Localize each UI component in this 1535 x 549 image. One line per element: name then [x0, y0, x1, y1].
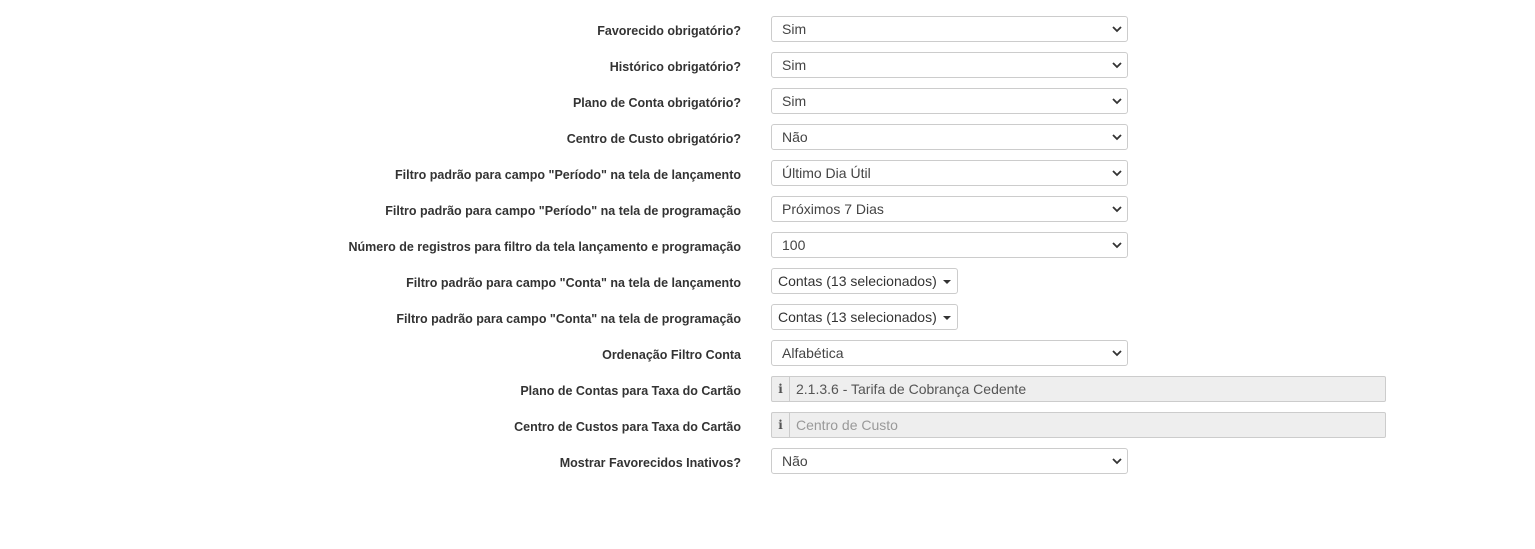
form-row-mostrar-favorecidos-inativos: Mostrar Favorecidos Inativos? Não — [0, 448, 1535, 474]
multiselect-value: Contas (13 selecionados) — [778, 273, 937, 289]
form-row-centro-custo-obrigatorio: Centro de Custo obrigatório? Não — [0, 124, 1535, 150]
plano-contas-taxa-cartao-field[interactable]: i 2.1.3.6 - Tarifa de Cobrança Cedente — [771, 376, 1386, 402]
select-value: Sim — [782, 57, 807, 73]
field-label: Centro de Custo obrigatório? — [566, 132, 741, 146]
field-label: Filtro padrão para campo "Período" na te… — [385, 204, 741, 218]
form-row-historico-obrigatorio: Histórico obrigatório? Sim — [0, 52, 1535, 78]
historico-obrigatorio-select[interactable]: Sim — [771, 52, 1128, 78]
centro-custo-obrigatorio-select[interactable]: Não — [771, 124, 1128, 150]
select-value: Último Dia Útil — [782, 165, 871, 181]
chevron-down-icon — [1112, 458, 1122, 465]
form-row-conta-programacao: Filtro padrão para campo "Conta" na tela… — [0, 304, 1535, 330]
chevron-down-icon — [1112, 134, 1122, 141]
form-row-periodo-lancamento: Filtro padrão para campo "Período" na te… — [0, 160, 1535, 186]
field-label: Número de registros para filtro da tela … — [348, 240, 741, 254]
field-label: Centro de Custos para Taxa do Cartão — [514, 420, 741, 434]
form-row-ordenacao-filtro-conta: Ordenação Filtro Conta Alfabética — [0, 340, 1535, 366]
periodo-lancamento-select[interactable]: Último Dia Útil — [771, 160, 1128, 186]
select-value: Sim — [782, 21, 807, 37]
numero-registros-select[interactable]: 100 — [771, 232, 1128, 258]
field-placeholder: Centro de Custo — [796, 417, 898, 433]
select-value: Próximos 7 Dias — [782, 201, 884, 217]
form-row-plano-conta-obrigatorio: Plano de Conta obrigatório? Sim — [0, 88, 1535, 114]
form-row-conta-lancamento: Filtro padrão para campo "Conta" na tela… — [0, 268, 1535, 294]
chevron-down-icon — [1112, 98, 1122, 105]
conta-lancamento-multiselect[interactable]: Contas (13 selecionados) — [771, 268, 958, 294]
select-value: Alfabética — [782, 345, 844, 361]
info-icon[interactable]: i — [772, 377, 790, 401]
field-label: Filtro padrão para campo "Conta" na tela… — [396, 312, 741, 326]
select-value: Não — [782, 129, 808, 145]
form-row-numero-registros: Número de registros para filtro da tela … — [0, 232, 1535, 258]
field-value: 2.1.3.6 - Tarifa de Cobrança Cedente — [796, 381, 1027, 397]
select-value: 100 — [782, 237, 806, 253]
chevron-down-icon — [1112, 206, 1122, 213]
conta-programacao-multiselect[interactable]: Contas (13 selecionados) — [771, 304, 958, 330]
form-row-plano-contas-taxa-cartao: Plano de Contas para Taxa do Cartão i 2.… — [0, 376, 1535, 402]
ordenacao-filtro-conta-select[interactable]: Alfabética — [771, 340, 1128, 366]
multiselect-value: Contas (13 selecionados) — [778, 309, 937, 325]
chevron-down-icon — [1112, 350, 1122, 357]
form-row-favorecido-obrigatorio: Favorecido obrigatório? Sim — [0, 16, 1535, 42]
field-label: Ordenação Filtro Conta — [602, 348, 741, 362]
form-row-centro-custos-taxa-cartao: Centro de Custos para Taxa do Cartão i C… — [0, 412, 1535, 438]
field-label: Plano de Contas para Taxa do Cartão — [520, 384, 741, 398]
chevron-down-icon — [1112, 62, 1122, 69]
chevron-down-icon — [1112, 26, 1122, 33]
mostrar-favorecidos-inativos-select[interactable]: Não — [771, 448, 1128, 474]
centro-custos-taxa-cartao-field[interactable]: i Centro de Custo — [771, 412, 1386, 438]
select-value: Não — [782, 453, 808, 469]
field-label: Histórico obrigatório? — [609, 60, 741, 74]
favorecido-obrigatorio-select[interactable]: Sim — [771, 16, 1128, 42]
info-icon[interactable]: i — [772, 413, 790, 437]
select-value: Sim — [782, 93, 807, 109]
caret-down-icon — [942, 280, 951, 284]
field-label: Filtro padrão para campo "Período" na te… — [395, 168, 741, 182]
plano-conta-obrigatorio-select[interactable]: Sim — [771, 88, 1128, 114]
field-label: Mostrar Favorecidos Inativos? — [559, 456, 741, 470]
chevron-down-icon — [1112, 242, 1122, 249]
caret-down-icon — [942, 316, 951, 320]
chevron-down-icon — [1112, 170, 1122, 177]
field-label: Filtro padrão para campo "Conta" na tela… — [406, 276, 741, 290]
field-label: Plano de Conta obrigatório? — [572, 96, 741, 110]
periodo-programacao-select[interactable]: Próximos 7 Dias — [771, 196, 1128, 222]
form-row-periodo-programacao: Filtro padrão para campo "Período" na te… — [0, 196, 1535, 222]
field-label: Favorecido obrigatório? — [597, 24, 741, 38]
